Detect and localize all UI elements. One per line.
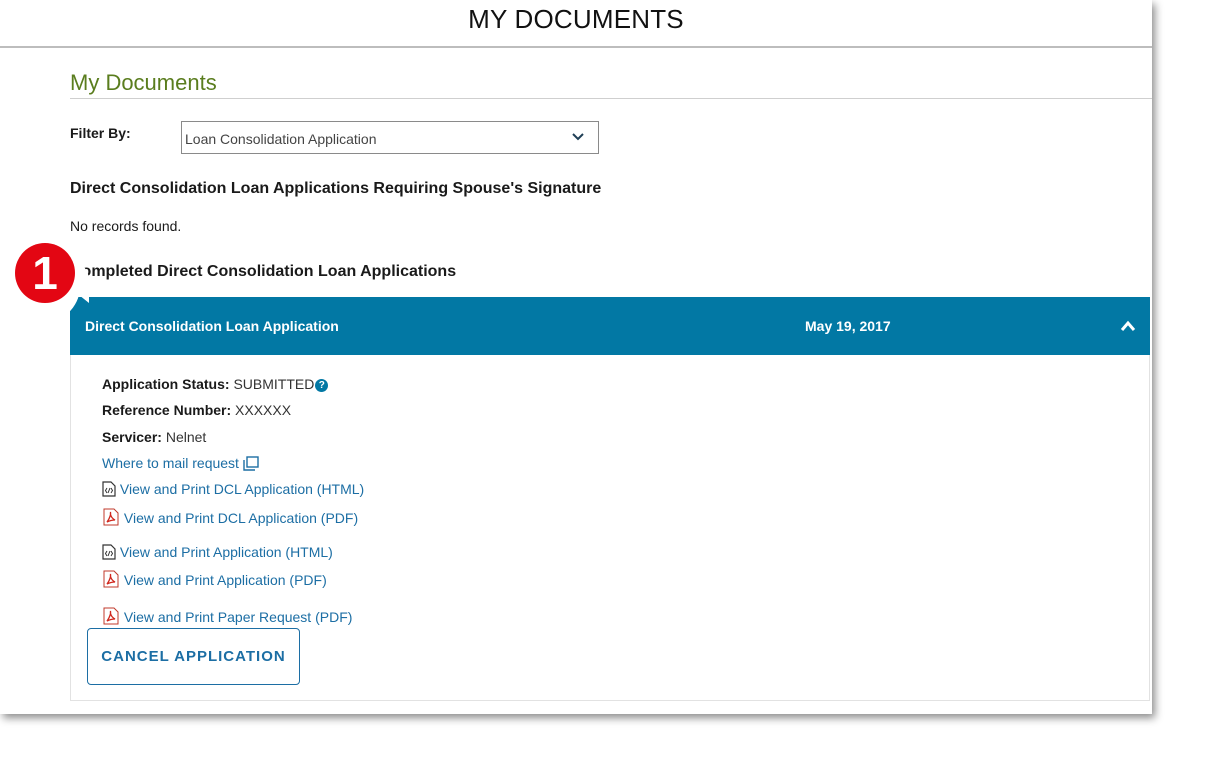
application-title: Direct Consolidation Loan Application — [85, 318, 339, 334]
help-icon[interactable]: ? — [315, 379, 329, 392]
cancel-application-button[interactable]: CANCEL APPLICATION — [87, 628, 300, 685]
completed-applications-heading: Completed Direct Consolidation Loan Appl… — [70, 263, 457, 280]
pdf-file-icon — [103, 607, 119, 625]
status-label: Application Status: — [102, 376, 230, 392]
spouse-signature-heading: Direct Consolidation Loan Applications R… — [70, 180, 602, 197]
application-status-field: Application Status: SUBMITTED? — [102, 376, 329, 392]
application-date: May 19, 2017 — [805, 318, 891, 334]
reference-value: XXXXXX — [235, 402, 292, 418]
servicer-field: Servicer: Nelnet — [102, 429, 206, 445]
step-callout-badge: 1 — [7, 243, 89, 313]
paper-request-pdf-label: View and Print Paper Request (PDF) — [123, 609, 353, 625]
pdf-file-icon — [103, 570, 119, 588]
application-details: Application Status: SUBMITTED? Reference… — [70, 355, 1150, 701]
step-callout-number: 1 — [32, 247, 58, 299]
html-file-icon — [102, 544, 116, 560]
pdf-file-icon — [103, 508, 119, 526]
dcl-html-label: View and Print DCL Application (HTML) — [119, 481, 365, 497]
servicer-label: Servicer: — [102, 429, 162, 445]
paper-request-pdf-link[interactable]: View and Print Paper Request (PDF) — [102, 607, 352, 625]
filter-label: Filter By: — [70, 125, 131, 141]
page-title: MY DOCUMENTS — [0, 0, 1152, 48]
chevron-down-icon — [572, 133, 584, 141]
popup-window-icon — [243, 456, 259, 471]
where-to-mail-label: Where to mail request — [102, 455, 239, 471]
where-to-mail-link[interactable]: Where to mail request — [102, 455, 259, 471]
dcl-pdf-label: View and Print DCL Application (PDF) — [123, 510, 359, 526]
servicer-value: Nelnet — [165, 429, 207, 445]
dcl-html-link[interactable]: View and Print DCL Application (HTML) — [102, 481, 364, 497]
app-pdf-label: View and Print Application (PDF) — [123, 572, 327, 588]
filter-selected-value: Loan Consolidation Application — [185, 131, 377, 147]
no-records-text: No records found. — [70, 218, 182, 234]
status-value: SUBMITTED — [233, 376, 315, 392]
chevron-up-icon[interactable] — [1120, 319, 1136, 333]
html-file-icon — [102, 481, 116, 497]
application-accordion-header[interactable]: Direct Consolidation Loan Application Ma… — [70, 297, 1150, 355]
filter-dropdown[interactable]: Loan Consolidation Application — [181, 121, 599, 154]
reference-number-field: Reference Number: XXXXXX — [102, 402, 291, 418]
section-heading: My Documents — [70, 68, 1152, 99]
documents-panel: MY DOCUMENTS My Documents Filter By: Loa… — [0, 0, 1152, 714]
reference-label: Reference Number: — [102, 402, 232, 418]
app-pdf-link[interactable]: View and Print Application (PDF) — [102, 570, 327, 588]
dcl-pdf-link[interactable]: View and Print DCL Application (PDF) — [102, 508, 358, 526]
app-html-link[interactable]: View and Print Application (HTML) — [102, 544, 333, 560]
app-html-label: View and Print Application (HTML) — [119, 544, 333, 560]
